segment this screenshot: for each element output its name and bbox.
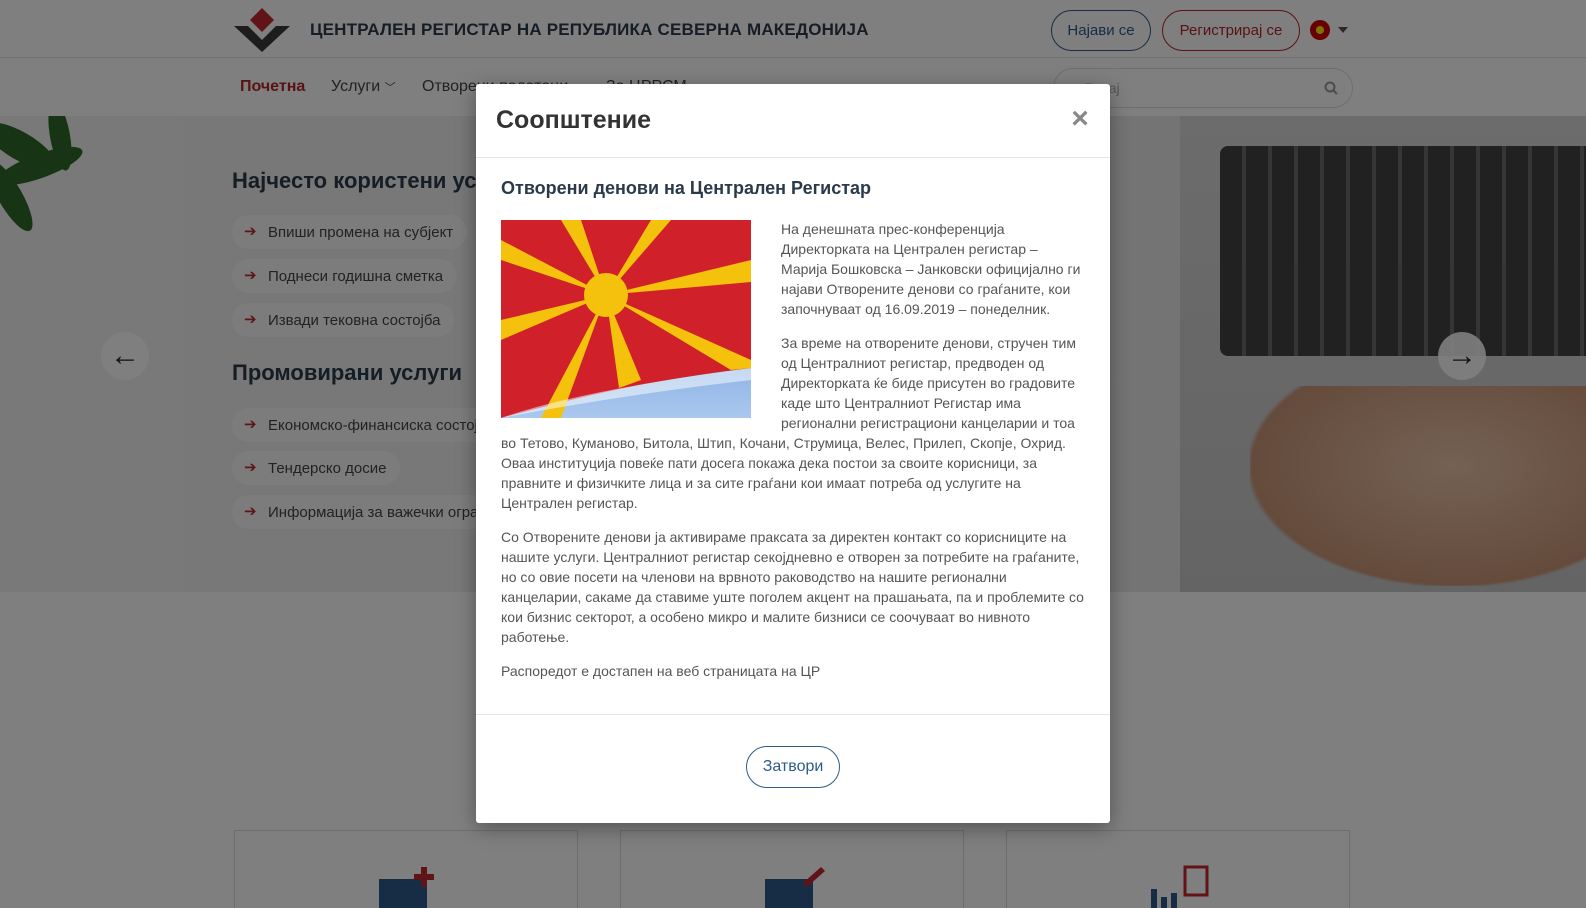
- modal-title: Соопштение: [496, 106, 652, 134]
- paragraph: Со Отворените денови ја активираме пракс…: [501, 529, 1084, 645]
- modal-body: Отворени денови на Централен Регистар На…: [501, 178, 1085, 695]
- article-title: Отворени денови на Централен Регистар: [501, 178, 872, 198]
- modal-footer: Затвори: [476, 714, 1110, 823]
- modal-header: Соопштение ×: [476, 84, 1110, 158]
- macedonian-flag-image: [501, 220, 751, 418]
- close-icon[interactable]: ×: [1068, 102, 1092, 136]
- announcement-modal: Соопштение × Отворени денови на Централе…: [476, 84, 1110, 823]
- close-button[interactable]: Затвори: [746, 746, 840, 788]
- paragraph: Распоредот е достапен на веб страницата …: [501, 663, 821, 679]
